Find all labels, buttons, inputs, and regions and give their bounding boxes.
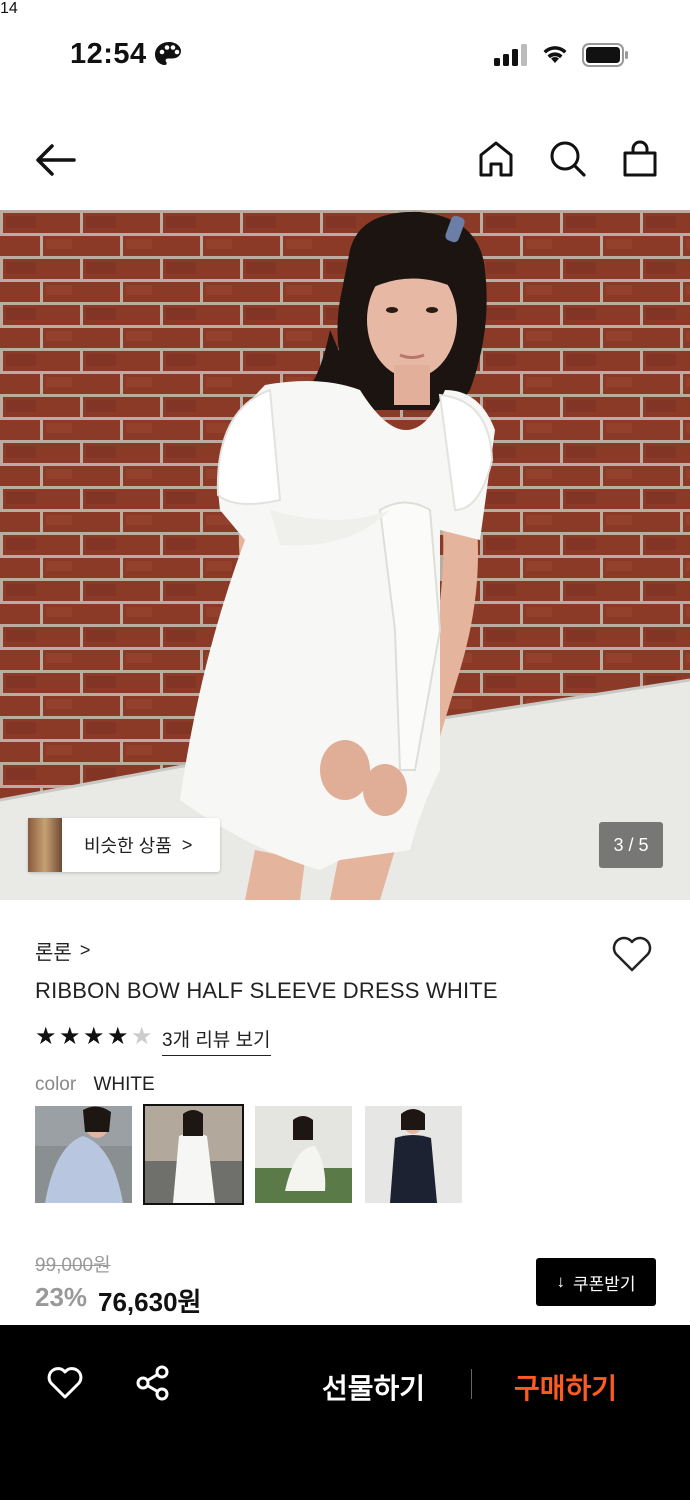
coupon-label: 쿠폰받기: [572, 1274, 636, 1294]
rating-stars: ★ ★ ★ ★ ★: [35, 1024, 155, 1050]
similar-products-label: 비슷한 상품: [84, 836, 172, 856]
product-image-carousel[interactable]: 비슷한 상품 > 3 / 5: [0, 210, 690, 900]
download-icon: ↓: [556, 1272, 565, 1291]
product-photo: [0, 210, 690, 900]
gift-button[interactable]: 선물하기: [322, 1367, 425, 1407]
star-empty-icon: ★: [131, 1023, 153, 1050]
status-time: 12:54: [70, 38, 147, 70]
chevron-right-icon: >: [79, 940, 91, 960]
chevron-right-icon: >: [181, 834, 193, 855]
star-filled-icon: ★: [83, 1023, 105, 1050]
share-icon[interactable]: [134, 1365, 172, 1401]
palette-icon: [155, 42, 181, 65]
shopping-bag-icon[interactable]: [618, 136, 662, 182]
back-arrow-icon[interactable]: [30, 138, 80, 182]
divider: [471, 1369, 472, 1399]
color-swatch-4[interactable]: [365, 1106, 462, 1203]
home-icon[interactable]: [474, 136, 518, 182]
color-option-row: color WHITE: [35, 1074, 155, 1096]
sale-price: 76,630원: [98, 1287, 202, 1317]
wifi-icon: [543, 46, 567, 63]
color-label: color: [35, 1074, 77, 1095]
color-value: WHITE: [93, 1074, 155, 1095]
coupon-button[interactable]: ↓ 쿠폰받기: [536, 1258, 656, 1306]
color-swatch-3[interactable]: [255, 1106, 352, 1203]
color-swatch-1[interactable]: [35, 1106, 132, 1203]
color-swatches: [35, 1104, 462, 1205]
signal-icon: [494, 44, 527, 66]
star-filled-icon: ★: [107, 1023, 129, 1050]
discount-rate: 23%: [35, 1282, 88, 1312]
search-icon[interactable]: [546, 136, 590, 182]
top-nav: [0, 110, 690, 210]
heart-icon[interactable]: [46, 1365, 84, 1401]
bottom-action-bar: 선물하기 구매하기: [0, 1325, 690, 1500]
brand-link[interactable]: 론론 >: [35, 936, 90, 965]
image-counter: 3 / 5: [599, 822, 663, 868]
similar-products-thumbnail: [28, 818, 62, 872]
status-bar: 12:54: [0, 0, 690, 110]
star-filled-icon: ★: [35, 1023, 57, 1050]
similar-products-button[interactable]: 비슷한 상품 >: [28, 818, 220, 872]
original-price: 99,000원: [35, 1255, 111, 1276]
wishlist-heart-icon[interactable]: [610, 934, 654, 974]
product-title: RIBBON BOW HALF SLEEVE DRESS WHITE: [35, 978, 498, 1003]
star-filled-icon: ★: [59, 1023, 81, 1050]
buy-button[interactable]: 구매하기: [514, 1367, 617, 1407]
color-swatch-2[interactable]: [143, 1104, 244, 1205]
battery-icon: [582, 43, 628, 67]
reviews-link[interactable]: 3개 리뷰 보기: [162, 1025, 271, 1056]
brand-name: 론론: [35, 942, 72, 964]
